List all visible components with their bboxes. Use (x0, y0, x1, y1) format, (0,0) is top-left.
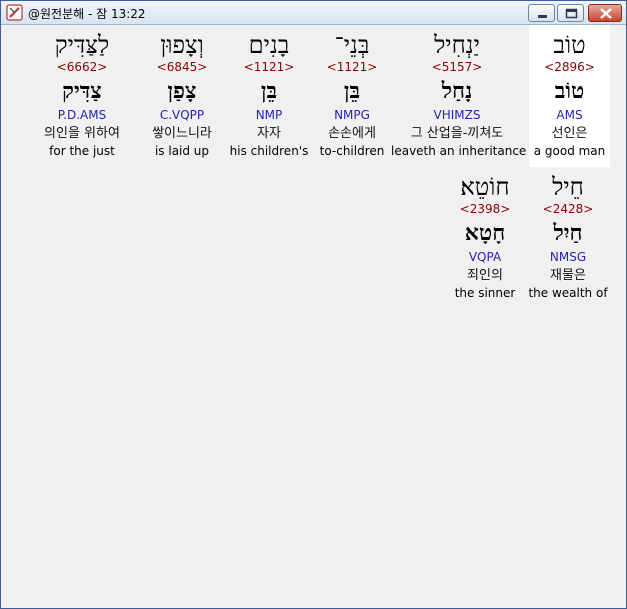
strong-number[interactable]: <2428> (523, 201, 613, 218)
word-cell[interactable]: בְּנֵי־ <1121> בֵּן NMPG 손손에게 to-childre… (317, 25, 387, 167)
word-cell[interactable]: לַצַּדִּיק <6662> צַדִּיק P.D.AMS 의인을 위하… (32, 25, 132, 167)
korean-gloss: 의인을 위하여 (44, 126, 120, 141)
morphology-code[interactable]: VQPA (451, 249, 519, 266)
hebrew-lemma: חָטָא (464, 220, 506, 246)
strong-number[interactable]: <6662> (32, 59, 132, 76)
english-gloss: to-children (319, 144, 385, 158)
maximize-button[interactable] (557, 4, 584, 22)
korean-gloss: 손손에게 (328, 126, 376, 141)
strong-number[interactable]: <1121> (228, 59, 310, 76)
minimize-icon (538, 15, 547, 18)
hebrew-lemma: חַיִל (553, 220, 583, 246)
english-gloss: the wealth of (528, 286, 608, 300)
hebrew-word: חוֹטֵא׃ (460, 173, 510, 201)
word-cell[interactable]: בָנִים <1121> בֵּן NMP 자자 his children's (228, 25, 310, 167)
hebrew-word: יַנְחִיל (434, 31, 480, 59)
korean-gloss: 그 산업을-끼쳐도 (410, 126, 504, 141)
hebrew-word: חֵיל (552, 173, 584, 201)
english-gloss: a good man (533, 144, 606, 158)
word-cell[interactable]: וְצָפוּן <6845> צָפַן C.VQPP 쌓이느니라 is la… (142, 25, 222, 167)
morphology-code[interactable]: C.VQPP (142, 107, 222, 124)
korean-gloss: 죄인의 (467, 268, 503, 283)
word-cell[interactable]: חוֹטֵא׃ <2398> חָטָא VQPA 죄인의 the sinner (451, 167, 519, 309)
interlinear-view: טוֹב <2896> טוֹב AMS 선인은 a good man יַנְ… (7, 25, 620, 606)
minimize-button[interactable] (528, 4, 555, 22)
hebrew-word: בָנִים (248, 31, 290, 59)
hebrew-lemma: בֵּן (343, 78, 361, 104)
hebrew-word: וְצָפוּן (160, 31, 204, 59)
morphology-code[interactable]: P.D.AMS (32, 107, 132, 124)
strong-number[interactable]: <2896> (529, 59, 610, 76)
korean-gloss: 재물은 (550, 268, 586, 283)
english-gloss: the sinner (454, 286, 516, 300)
english-gloss: leaveth an inheritance (391, 144, 527, 158)
english-gloss: his children's (229, 144, 309, 158)
hebrew-word: בְּנֵי־ (334, 31, 370, 59)
morphology-code[interactable]: NMPG (317, 107, 387, 124)
hebrew-lemma: בֵּן (260, 78, 278, 104)
hebrew-lemma: צַדִּיק (62, 78, 102, 104)
word-cell[interactable]: חֵיל <2428> חַיִל NMSG 재물은 the wealth of (523, 167, 613, 309)
hebrew-lemma: טוֹב (554, 78, 585, 104)
korean-gloss: 선인은 (551, 126, 588, 141)
close-button[interactable] (588, 4, 622, 22)
strong-number[interactable]: <1121> (317, 59, 387, 76)
hebrew-word: טוֹב (553, 31, 586, 59)
morphology-code[interactable]: AMS (529, 107, 610, 124)
verse-row: חֵיל <2428> חַיִל NMSG 재물은 the wealth of… (7, 167, 620, 309)
title-bar[interactable]: @원전분해 - 잠 13:22 (1, 1, 626, 25)
hebrew-lemma: נָחַל (441, 78, 473, 104)
strong-number[interactable]: <5157> (391, 59, 523, 76)
hebrew-lemma: צָפַן (167, 78, 197, 104)
app-icon[interactable] (6, 4, 23, 21)
english-gloss: is laid up (154, 144, 210, 158)
app-window: @원전분해 - 잠 13:22 טוֹב <2896> טוֹב AMS 선인은… (0, 0, 627, 609)
morphology-code[interactable]: VHIMZS (391, 107, 523, 124)
morphology-code[interactable]: NMP (228, 107, 310, 124)
korean-gloss: 쌓이느니라 (152, 126, 212, 141)
word-cell[interactable]: יַנְחִיל <5157> נָחַל VHIMZS 그 산업을-끼쳐도 l… (391, 25, 527, 167)
korean-gloss: 자자 (257, 126, 281, 141)
strong-number[interactable]: <2398> (451, 201, 519, 218)
english-gloss: for the just (49, 144, 115, 158)
maximize-icon (565, 8, 578, 19)
strong-number[interactable]: <6845> (142, 59, 222, 76)
close-icon (600, 8, 612, 19)
hebrew-word: לַצַּדִּיק (54, 31, 110, 59)
verse-row: טוֹב <2896> טוֹב AMS 선인은 a good man יַנְ… (7, 25, 620, 167)
word-cell[interactable]: טוֹב <2896> טוֹב AMS 선인은 a good man (529, 25, 610, 167)
window-title: @원전분해 - 잠 13:22 (28, 7, 146, 21)
morphology-code[interactable]: NMSG (523, 249, 613, 266)
